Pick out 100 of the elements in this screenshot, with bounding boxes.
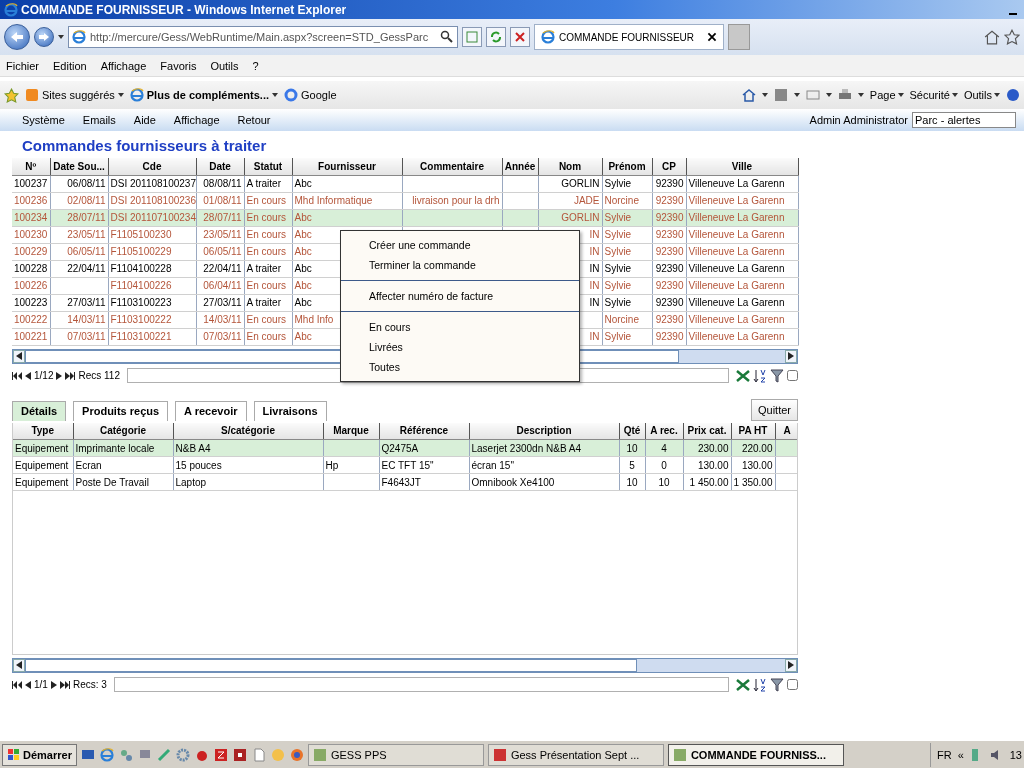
column-header[interactable]: CP: [652, 158, 686, 175]
caret-icon[interactable]: [761, 93, 768, 97]
scroll-left-icon[interactable]: [16, 661, 22, 669]
square-app-icon[interactable]: [232, 747, 247, 762]
quit-button[interactable]: Quitter: [751, 398, 798, 421]
menu-item[interactable]: Affichage: [100, 59, 147, 72]
column-header[interactable]: Type: [13, 422, 73, 440]
close-icon[interactable]: [707, 32, 717, 42]
caret-icon[interactable]: [793, 93, 800, 97]
favorites-link[interactable]: Sites suggérés: [42, 89, 115, 101]
caret-icon[interactable]: [825, 93, 832, 97]
printer-icon[interactable]: [837, 88, 852, 102]
home-icon[interactable]: [984, 29, 1000, 45]
command-menu[interactable]: Outils: [963, 89, 992, 101]
command-menu[interactable]: Sécurité: [909, 89, 950, 101]
detail-tab[interactable]: Livraisons: [253, 400, 327, 421]
taskbar-button[interactable]: Gess Présentation Sept ...: [487, 743, 664, 766]
favorites-star-icon[interactable]: [4, 87, 19, 103]
caret-icon[interactable]: [951, 93, 958, 97]
forward-button[interactable]: [34, 27, 54, 47]
app-menu-item[interactable]: Aide: [133, 114, 156, 126]
menu-item[interactable]: Fichier: [6, 59, 39, 72]
context-menu-item[interactable]: En cours: [341, 317, 579, 337]
filter-icon[interactable]: [770, 368, 784, 383]
column-header[interactable]: S/catégorie: [173, 422, 323, 440]
app-menu-item[interactable]: Retour: [237, 114, 271, 126]
caret-icon[interactable]: [272, 93, 279, 97]
column-header[interactable]: Statut: [244, 158, 292, 175]
checkbox[interactable]: [787, 679, 798, 690]
menu-item[interactable]: Edition: [53, 59, 87, 72]
context-menu-item[interactable]: Toutes: [341, 357, 579, 377]
column-header[interactable]: Prénom: [602, 158, 652, 175]
last-page-icon[interactable]: [59, 680, 70, 689]
column-header[interactable]: Commentaire: [402, 158, 502, 175]
caret-icon[interactable]: [994, 93, 1000, 97]
search-icon[interactable]: [440, 30, 454, 44]
sort-icon[interactable]: [753, 368, 767, 383]
column-header[interactable]: Date: [196, 158, 244, 175]
column-header[interactable]: Nom: [538, 158, 602, 175]
home-icon[interactable]: [741, 88, 756, 102]
sort-icon[interactable]: [753, 677, 767, 692]
app-menu-item[interactable]: Affichage: [173, 114, 220, 126]
menu-item[interactable]: ?: [252, 59, 259, 72]
app-menu-item[interactable]: Emails: [82, 114, 116, 126]
export-excel-icon[interactable]: [736, 368, 750, 383]
column-header[interactable]: Catégorie: [73, 422, 173, 440]
column-header[interactable]: Marque: [323, 422, 379, 440]
back-button[interactable]: [4, 24, 30, 50]
column-header[interactable]: PA HT: [731, 422, 775, 440]
star-icon[interactable]: [1004, 29, 1020, 45]
caret-icon[interactable]: [58, 35, 64, 39]
context-menu-item[interactable]: Terminer la commande: [341, 255, 579, 275]
detail-tab[interactable]: Produits reçus: [73, 400, 169, 421]
context-menu-item[interactable]: Livrées: [341, 337, 579, 357]
column-header[interactable]: Référence: [379, 422, 469, 440]
filter-icon[interactable]: [770, 677, 784, 692]
filter-field[interactable]: [113, 677, 729, 692]
column-header[interactable]: Qté: [619, 422, 645, 440]
caret-icon[interactable]: [897, 93, 904, 97]
previous-page-icon[interactable]: [25, 680, 31, 689]
detail-tab[interactable]: A recevoir: [175, 400, 247, 421]
favorites-link[interactable]: Google: [301, 89, 337, 101]
scroll-right-icon[interactable]: [788, 661, 794, 669]
context-menu-item[interactable]: Affecter numéro de facture: [341, 286, 579, 306]
scroll-right-icon[interactable]: [788, 352, 794, 360]
caret-icon[interactable]: [857, 93, 864, 97]
desktop-icon[interactable]: [80, 747, 95, 762]
column-header[interactable]: Nº: [12, 158, 50, 175]
favorites-link[interactable]: Plus de compléments...: [146, 89, 270, 101]
taskbar-button[interactable]: COMMANDE FOURNISS...: [667, 743, 844, 766]
command-menu[interactable]: Page: [869, 89, 896, 101]
column-header[interactable]: Ville: [686, 158, 798, 175]
first-page-icon[interactable]: [12, 371, 22, 380]
compatibility-button[interactable]: [462, 27, 482, 47]
taskbar-button[interactable]: GESS PPS: [307, 743, 484, 766]
menu-item[interactable]: Favoris: [160, 59, 197, 72]
column-header[interactable]: Cde: [108, 158, 196, 175]
refresh-button[interactable]: [486, 27, 506, 47]
last-page-icon[interactable]: [65, 371, 76, 380]
start-button[interactable]: Démarrer: [2, 743, 77, 766]
next-page-icon[interactable]: [56, 371, 63, 380]
column-header[interactable]: Année: [502, 158, 538, 175]
scroll-left-icon[interactable]: [16, 352, 22, 360]
app-menu-item[interactable]: Système: [22, 114, 65, 126]
previous-page-icon[interactable]: [25, 371, 31, 380]
view-select[interactable]: Parc - alertes: [912, 112, 1016, 128]
menu-item[interactable]: Outils: [210, 59, 239, 72]
next-page-icon[interactable]: [50, 680, 57, 689]
browser-tab[interactable]: COMMANDE FOURNISSEUR: [534, 24, 724, 50]
column-header[interactable]: A: [775, 422, 797, 440]
column-header[interactable]: Prix cat.: [683, 422, 731, 440]
column-header[interactable]: A rec.: [645, 422, 683, 440]
checkbox[interactable]: [787, 370, 798, 381]
column-header[interactable]: Fournisseur: [292, 158, 402, 175]
expand-tray-button[interactable]: «: [957, 748, 964, 761]
stop-button[interactable]: [510, 27, 530, 47]
column-header[interactable]: Date Sou...: [50, 158, 108, 175]
column-header[interactable]: Description: [469, 422, 619, 440]
address-field[interactable]: http://mercure/Gess/WebRuntime/Main.aspx?screen=STD_GessParc: [68, 26, 458, 48]
language-indicator[interactable]: FR: [936, 748, 952, 761]
